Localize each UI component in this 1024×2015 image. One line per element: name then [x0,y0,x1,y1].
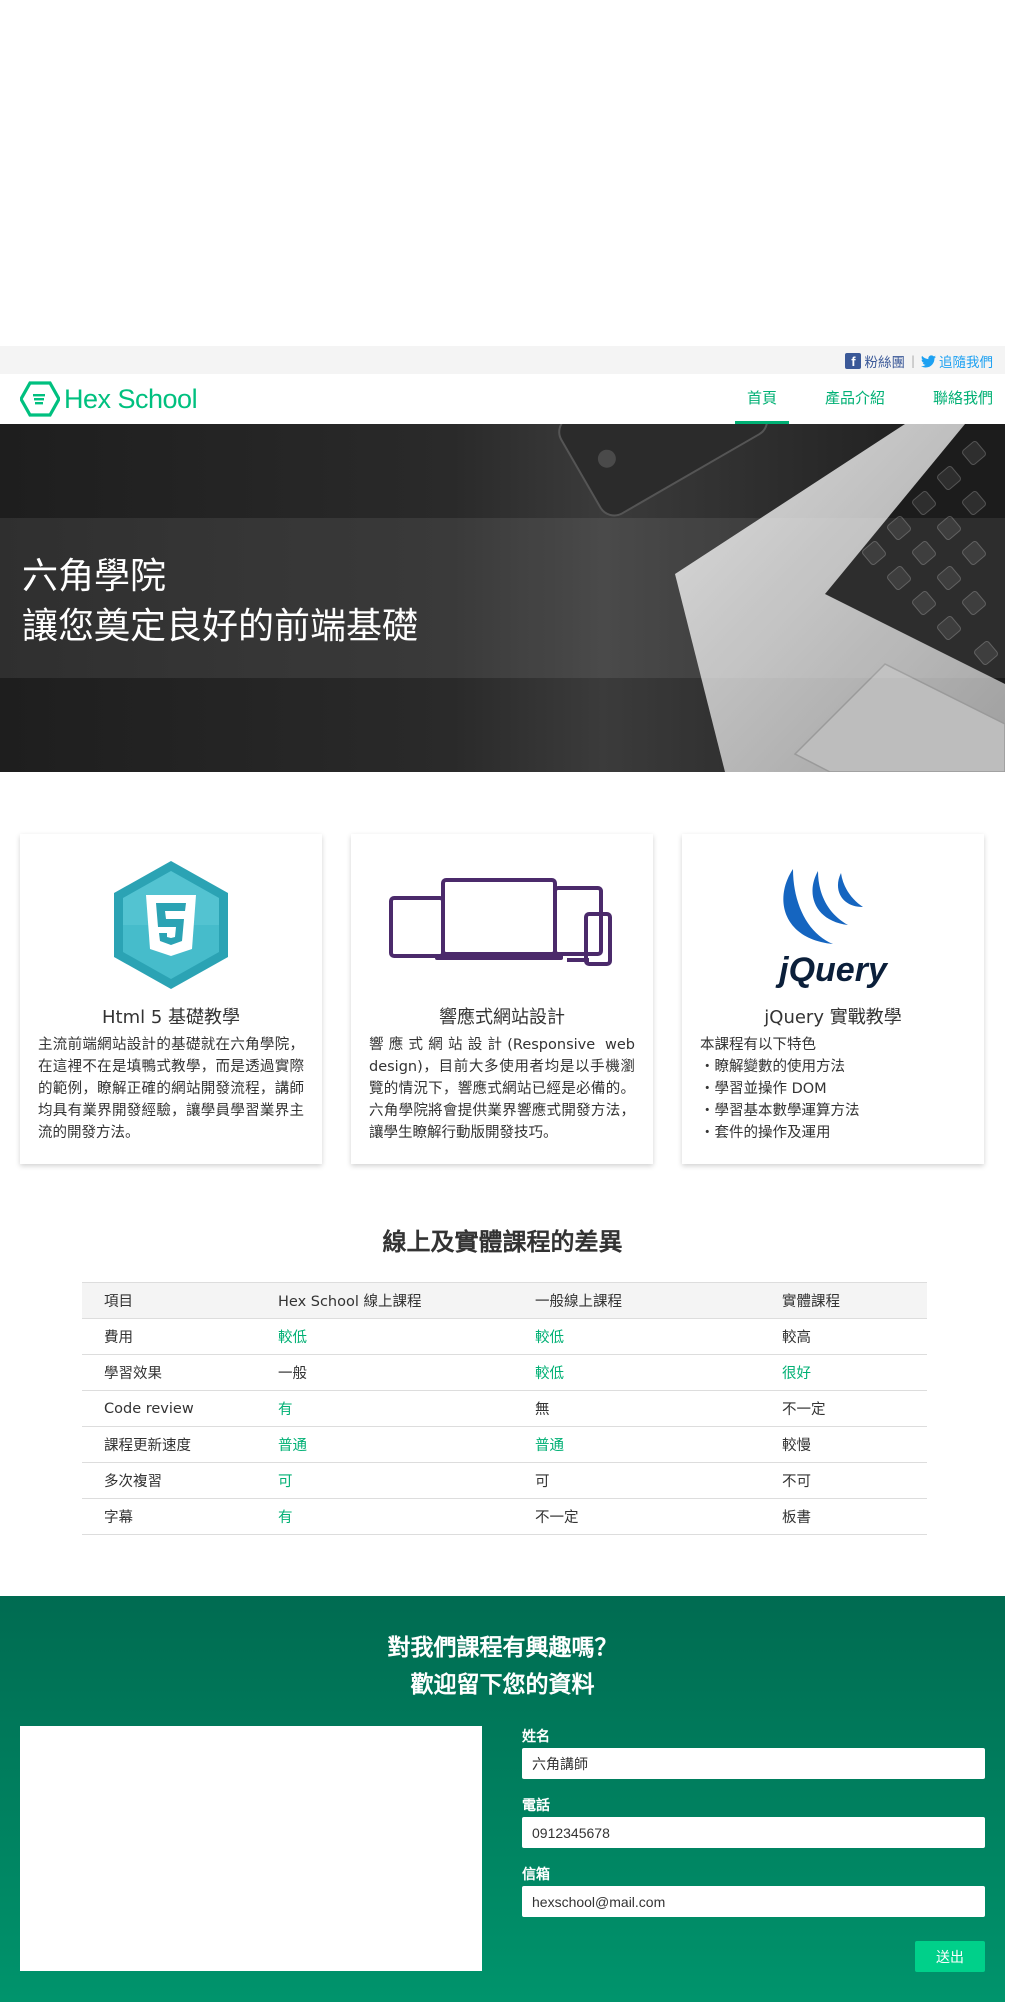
row-label: 多次複習 [82,1462,278,1499]
table-cell: 較低 [535,1354,782,1391]
svg-text:jQuery: jQuery [775,951,889,989]
table-cell: 較高 [782,1318,927,1355]
hero-banner: 六角學院 讓您奠定良好的前端基礎 [0,424,1005,772]
html5-badge-icon [114,860,228,989]
table-cell: 無 [535,1390,782,1427]
row-label: 字幕 [82,1498,278,1535]
row-label: Code review [82,1390,278,1427]
table-cell: 不一定 [535,1498,782,1535]
nav-item-products[interactable]: 產品介紹 [813,374,897,424]
table-cell: 可 [535,1462,782,1499]
table-row: Code review 有無不一定 [82,1390,927,1427]
twitter-icon [921,354,936,367]
table-cell: 不可 [782,1462,927,1499]
course-card-description: 響應式網站設計(Responsive web design)，目前大多使用者均是… [369,1037,635,1141]
table-cell: 普通 [535,1426,782,1463]
course-feature-list: ・瞭解變數的使用方法 ・學習並操作 DOM ・學習基本數學運算方法 ・套件的操作… [700,1056,966,1144]
phone-field[interactable] [522,1817,985,1848]
main-nav: 首頁 產品介紹 聯絡我們 [711,374,1005,424]
contact-form: 姓名 電話 信箱 [522,1726,985,1933]
course-card-intro: 本課程有以下特色 [700,1037,816,1053]
column-header: Hex School 線上課程 [278,1282,535,1319]
compare-table: 項目 Hex School 線上課程 一般線上課程 實體課程 費用 較低 較低 較高學… [82,1282,927,1535]
table-row: 課程更新速度 普通 普通 較慢 [82,1426,927,1463]
course-card-jquery: jQuery jQuery 實戰教學 本課程有以下特色 ・瞭解變數的使用方法 ・… [682,834,984,1164]
compare-section-title: 線上及實體課程的差異 [382,1228,623,1256]
row-label: 費用 [82,1318,278,1355]
table-header-row: 項目 Hex School 線上課程 一般線上課程 實體課程 [82,1282,927,1319]
social-links: f 粉絲團 | 追隨我們 [845,351,993,371]
column-header: 實體課程 [782,1282,927,1319]
table-cell: 較慢 [782,1426,927,1463]
name-label: 姓名 [522,1729,550,1745]
table-cell: 很好 [782,1354,927,1391]
nav-item-contact[interactable]: 聯絡我們 [921,374,1005,424]
list-item: ・學習並操作 DOM [700,1081,827,1097]
table-cell: 有 [278,1498,535,1535]
course-card-title: jQuery 實戰教學 [764,1007,902,1028]
contact-title: 對我們課程有興趣嗎？ 歡迎留下您的資料 [0,1630,1005,1704]
email-field[interactable] [522,1886,985,1917]
twitter-follow-link[interactable]: 追隨我們 [921,351,993,371]
site-logo[interactable]: Hex School [20,381,198,417]
hero-title-line2: 讓您奠定良好的前端基礎 [22,606,419,647]
contact-section: 對我們課程有興趣嗎？ 歡迎留下您的資料 姓名 電話 信箱 送出 [0,1596,1005,2002]
phone-label: 電話 [522,1798,550,1814]
hexagon-logo-icon [20,381,60,417]
course-card-title: 響應式網站設計 [439,1007,565,1028]
table-cell: 普通 [278,1426,535,1463]
table-cell: 有 [278,1390,535,1427]
course-card-responsive: 響應式網站設計 響應式網站設計(Responsive web design)，目… [351,834,653,1164]
logo-text: Hex School [64,383,198,414]
column-header: 項目 [82,1282,278,1319]
social-separator: | [910,354,915,368]
contact-title-line2: 歡迎留下您的資料 [410,1672,595,1698]
list-item: ・瞭解變數的使用方法 [700,1059,845,1075]
course-card-html5: Html 5 基礎教學 主流前端網站設計的基礎就在六角學院，在這裡不在是填鴨式教… [20,834,322,1164]
table-cell: 一般 [278,1354,535,1391]
course-card-description: 主流前端網站設計的基礎就在六角學院，在這裡不在是填鴨式教學，而是透過實際的範例，… [38,1037,304,1141]
facebook-label: 粉絲團 [864,355,905,371]
jquery-logo-icon: jQuery [775,869,889,989]
hero-title-line1: 六角學院 [22,556,167,597]
hero-title: 六角學院 讓您奠定良好的前端基礎 [22,552,418,652]
name-field[interactable] [522,1748,985,1779]
responsive-devices-icon [389,878,612,966]
row-label: 課程更新速度 [82,1426,278,1463]
table-cell: 可 [278,1462,535,1499]
contact-title-line1: 對我們課程有興趣嗎？ [387,1635,618,1661]
facebook-fanpage-link[interactable]: f 粉絲團 [845,351,905,371]
facebook-icon: f [845,353,862,369]
table-cell: 較低 [535,1318,782,1355]
list-item: ・學習基本數學運算方法 [700,1103,860,1119]
navbar: Hex School 首頁 產品介紹 聯絡我們 [0,374,1005,424]
top-social-bar: f 粉絲團 | 追隨我們 [0,346,1005,374]
table-row: 多次複習可可不可 [82,1462,927,1499]
course-card-title: Html 5 基礎教學 [101,1007,241,1028]
list-item: ・套件的操作及運用 [700,1125,831,1141]
map-placeholder [20,1726,482,1971]
table-row: 字幕有不一定 板書 [82,1498,927,1535]
submit-button[interactable]: 送出 [915,1941,985,1972]
email-label: 信箱 [522,1867,550,1883]
nav-item-home[interactable]: 首頁 [734,374,789,424]
table-cell: 不一定 [782,1390,927,1427]
table-cell: 板書 [782,1498,927,1535]
table-row: 費用 較低 較低 較高 [82,1318,927,1355]
twitter-label: 追隨我們 [939,355,993,371]
column-header: 一般線上課程 [535,1282,782,1319]
row-label: 學習效果 [82,1354,278,1391]
course-cards: Html 5 基礎教學 主流前端網站設計的基礎就在六角學院，在這裡不在是填鴨式教… [20,834,984,1164]
table-row: 學習效果 一般 較低 很好 [82,1354,927,1391]
table-cell: 較低 [278,1318,535,1355]
